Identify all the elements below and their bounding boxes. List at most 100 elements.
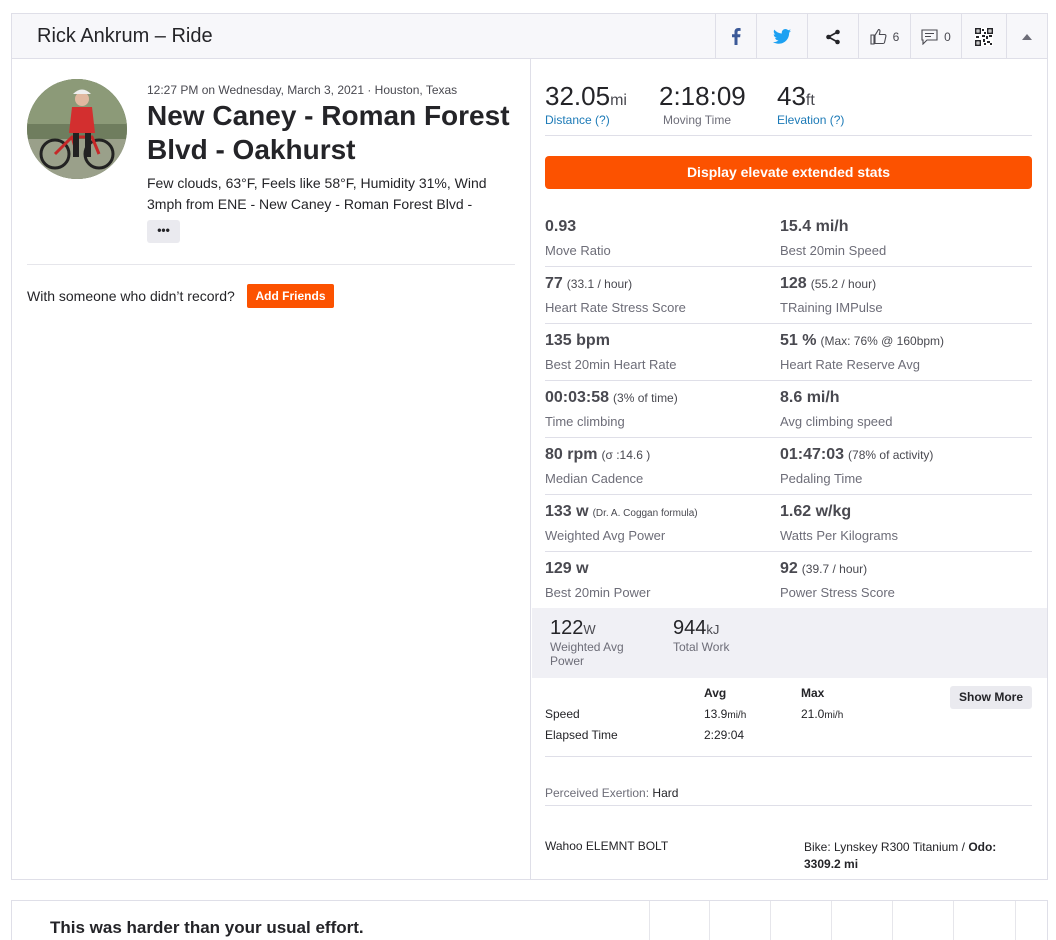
odo-value: 3309.2 mi <box>804 857 859 871</box>
extended-stat: 00:03:58 (3% of time) Time climbing <box>545 389 678 429</box>
extended-stat-number: 129 w <box>545 560 589 577</box>
twitter-share-button[interactable] <box>756 14 807 59</box>
extended-stat-label: Best 20min Speed <box>780 243 887 258</box>
extended-stat-value: 51 % (Max: 76% @ 160bpm) <box>780 332 944 350</box>
extended-stat-sub: (78% of activity) <box>848 448 934 462</box>
extended-stat-number: 92 <box>780 560 798 577</box>
caret-up-icon <box>1022 33 1032 40</box>
with-someone-text: With someone who didn’t record? <box>27 288 235 304</box>
extended-stat-label: Watts Per Kilograms <box>780 528 898 543</box>
extended-stat-value: 15.4 mi/h <box>780 218 886 236</box>
power-summary: 122W Weighted Avg Power 944kJ Total Work <box>532 608 1047 678</box>
extended-stat-sub: (55.2 / hour) <box>810 277 877 291</box>
elevation-value: 43 <box>777 81 806 111</box>
stats-panel: 32.05mi Distance (?) 2:18:09 Moving Time… <box>532 59 1047 879</box>
distance-value: 32.05 <box>545 81 611 111</box>
extended-stat-value: 8.6 mi/h <box>780 389 893 407</box>
share-icon <box>825 29 841 45</box>
extended-stat-number: 128 <box>780 275 807 292</box>
qr-code-button[interactable] <box>961 14 1006 59</box>
total-work-stat: 944kJ Total Work <box>673 617 729 654</box>
kudos-count: 6 <box>892 29 900 44</box>
elevate-extended-stats-button[interactable]: Display elevate extended stats <box>545 156 1032 189</box>
avg-column-header: Avg <box>704 686 727 700</box>
extended-stats-row: 00:03:58 (3% of time) Time climbing 8.6 mi/… <box>545 381 1032 438</box>
effort-text: This was harder than your usual effort. <box>50 918 364 937</box>
extended-stat-value: 135 bpm <box>545 332 677 350</box>
perceived-exertion: Perceived Exertion: Hard <box>545 786 678 800</box>
speed-label: Speed <box>545 707 580 721</box>
extended-stat: 15.4 mi/h Best 20min Speed <box>780 218 886 258</box>
extended-stat-number: 00:03:58 <box>545 389 610 406</box>
extended-stat-number: 133 w <box>545 503 589 520</box>
extended-stat-label: Move Ratio <box>545 243 611 258</box>
extended-stat-label: Power Stress Score <box>780 585 895 600</box>
perceived-exertion-value: Hard <box>652 786 679 800</box>
speed-max-unit: mi/h <box>824 710 844 721</box>
extended-stat-sub: (3% of time) <box>613 391 678 405</box>
avatar[interactable] <box>27 79 127 179</box>
extended-stat-label: Avg climbing speed <box>780 414 893 429</box>
extended-stat-label: Time climbing <box>545 414 625 429</box>
device-name: Wahoo ELEMNT BOLT <box>545 839 669 853</box>
weighted-avg-power-label-1: Weighted Avg <box>550 640 624 654</box>
extended-stat: 8.6 mi/h Avg climbing speed <box>780 389 893 429</box>
elevation-label[interactable]: Elevation (?) <box>777 113 844 127</box>
perceived-exertion-label: Perceived Exertion: <box>545 786 650 800</box>
extended-stat-number: 15.4 mi/h <box>780 218 849 235</box>
divider <box>27 264 515 265</box>
speed-max-value: 21.0 <box>801 707 825 721</box>
extended-stat-label: Median Cadence <box>545 471 644 486</box>
extended-stats-row: 129 w Best 20min Power 92 (39.7 / hour) Powe… <box>545 552 1032 609</box>
max-column-header: Max <box>801 686 825 700</box>
extended-stat-value: 133 w (Dr. A. Coggan formula) <box>545 503 698 521</box>
comment-icon <box>921 28 938 45</box>
extended-stat-number: 77 <box>545 275 563 292</box>
extended-stat-value: 1.62 w/kg <box>780 503 898 521</box>
extended-stat-number: 135 bpm <box>545 332 610 349</box>
thumbs-up-icon <box>870 28 887 45</box>
extended-stat-label: Best 20min Heart Rate <box>545 357 677 372</box>
facebook-share-button[interactable] <box>715 14 756 59</box>
distance-label[interactable]: Distance (?) <box>545 113 627 127</box>
total-work-value: 944 <box>673 617 707 639</box>
bike-info: Bike: Lynskey R300 Titanium / Odo: 3309.… <box>804 839 1019 873</box>
add-friends-button[interactable]: Add Friends <box>247 284 334 308</box>
activity-summary-panel: 12:27 PM on Wednesday, March 3, 2021 · H… <box>12 59 531 879</box>
extended-stat: 92 (39.7 / hour) Power Stress Score <box>780 560 895 600</box>
share-button[interactable] <box>807 14 858 59</box>
extended-stats-row: 133 w (Dr. A. Coggan formula) Weighted Avg… <box>545 495 1032 552</box>
moving-time-stat: 2:18:09 Moving Time <box>659 81 746 127</box>
weighted-avg-power-label-2: Power <box>550 654 585 668</box>
kudos-button[interactable]: 6 <box>858 14 910 59</box>
total-work-unit: kJ <box>706 622 720 637</box>
distance-unit: mi <box>610 92 627 109</box>
comment-button[interactable]: 0 <box>910 14 961 59</box>
extended-stat: 129 w Best 20min Power <box>545 560 651 600</box>
more-description-button[interactable]: ••• <box>147 220 180 243</box>
extended-stat-label: TRaining IMPulse <box>780 300 883 315</box>
odo-label: Odo: <box>968 840 997 854</box>
extended-stat-sub: (39.7 / hour) <box>801 562 868 576</box>
extended-stat-number: 8.6 mi/h <box>780 389 840 406</box>
show-more-button[interactable]: Show More <box>950 686 1032 709</box>
effort-bar-divider <box>1015 901 1016 940</box>
facebook-icon <box>731 28 741 45</box>
extended-stat-value: 128 (55.2 / hour) <box>780 275 883 293</box>
elapsed-time-avg: 2:29:04 <box>704 728 745 742</box>
collapse-button[interactable] <box>1006 14 1047 59</box>
weighted-avg-power-unit: W <box>583 622 596 637</box>
activity-title: New Caney - Roman Forest Blvd - Oakhurst <box>147 100 510 165</box>
extended-stats-row: 135 bpm Best 20min Heart Rate 51 % (Max: 76… <box>545 324 1032 381</box>
effort-bar-divider <box>953 901 954 940</box>
extended-stat-number: 0.93 <box>545 218 577 235</box>
extended-stat-sub: (Dr. A. Coggan formula) <box>592 508 698 519</box>
extended-stat-label: Heart Rate Stress Score <box>545 300 686 315</box>
extended-stat: 1.62 w/kg Watts Per Kilograms <box>780 503 898 543</box>
extended-stat: 01:47:03 (78% of activity) Pedaling Time <box>780 446 933 486</box>
activity-meta: 12:27 PM on Wednesday, March 3, 2021 · H… <box>147 83 458 97</box>
extended-stat-label: Weighted Avg Power <box>545 528 666 543</box>
speed-max: 21.0mi/h <box>801 707 843 721</box>
extended-stat-number: 80 rpm <box>545 446 598 463</box>
effort-bar-divider <box>831 901 832 940</box>
